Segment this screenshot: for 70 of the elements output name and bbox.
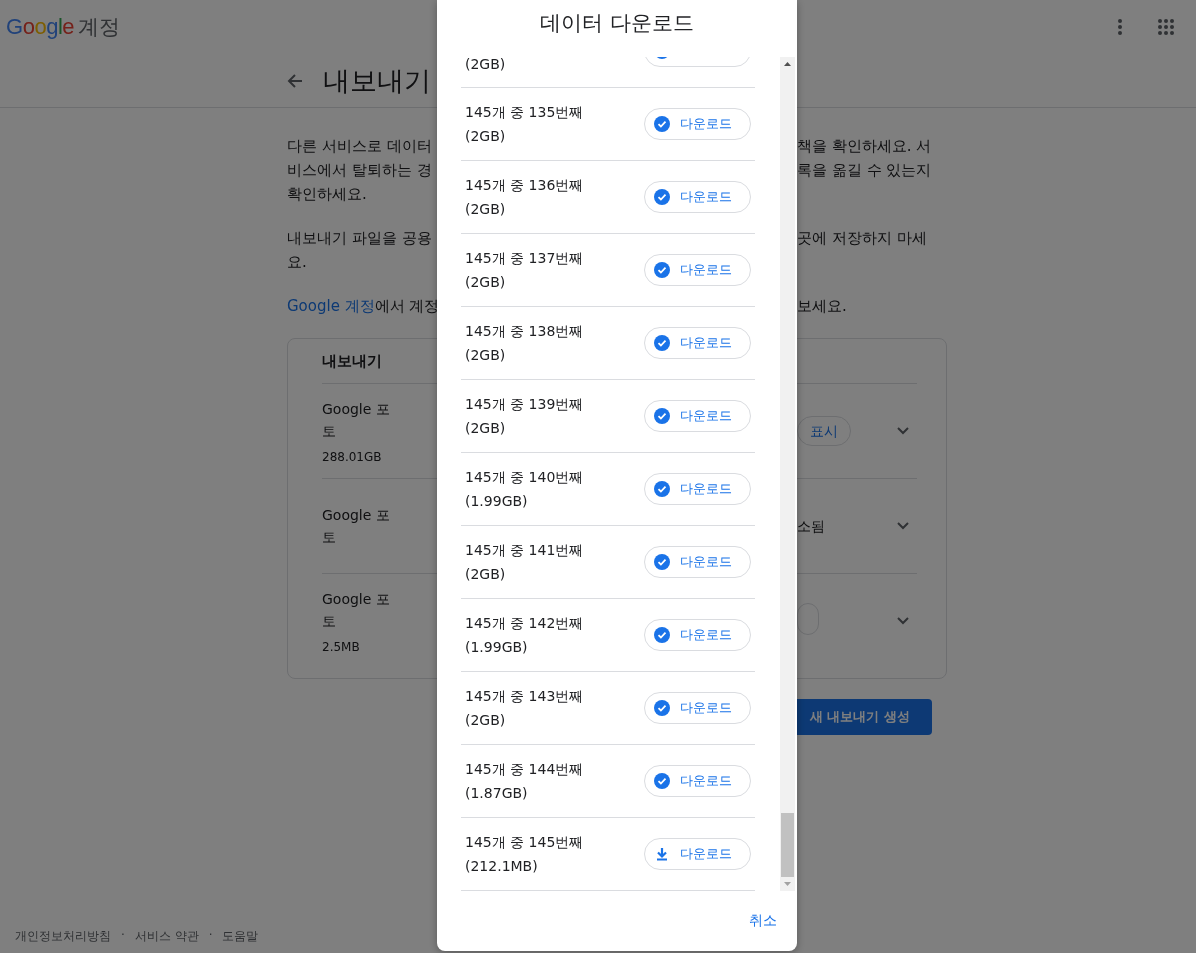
chevron-down-icon[interactable] bbox=[897, 617, 909, 625]
part-size: (1.99GB) bbox=[465, 492, 529, 511]
download-button[interactable]: 다운로드 bbox=[644, 765, 751, 797]
part-size: (1.87GB) bbox=[465, 784, 529, 803]
apps-grid-icon[interactable] bbox=[1158, 19, 1174, 35]
paragraph-text: 비스에서 탈퇴하는 경 bbox=[287, 160, 433, 181]
footer-link[interactable]: 도움말 bbox=[222, 928, 259, 945]
paragraph-text: Google 계정에서 계정 bbox=[287, 296, 437, 317]
export-status: 소됨 bbox=[797, 518, 825, 534]
download-button[interactable]: 다운로드 bbox=[644, 473, 751, 505]
part-size: (2GB) bbox=[465, 419, 507, 438]
paragraph-text: 요. bbox=[287, 252, 308, 273]
part-label: 145개 중 137번째 bbox=[465, 249, 584, 268]
download-button[interactable]: 다운로드 bbox=[644, 692, 751, 724]
footer-link[interactable]: 개인정보처리방침 bbox=[15, 928, 111, 945]
account-link[interactable]: Google 계정 bbox=[287, 297, 375, 315]
cancel-button[interactable]: 취소 bbox=[745, 908, 781, 934]
chevron-down-icon[interactable] bbox=[897, 522, 909, 530]
download-button[interactable]: 다운로드 bbox=[644, 108, 751, 140]
paragraph-text: 내보내기 파일을 공용 bbox=[287, 228, 433, 249]
paragraph-text: 록을 옮길 수 있는지 bbox=[797, 160, 932, 181]
part-label: 145개 중 136번째 bbox=[465, 176, 584, 195]
part-label: 145개 중 142번째 bbox=[465, 614, 584, 633]
part-size: (2GB) bbox=[465, 711, 507, 730]
scrollbar-thumb[interactable] bbox=[781, 813, 794, 877]
part-label: 145개 중 143번째 bbox=[465, 687, 584, 706]
chevron-down-icon[interactable] bbox=[897, 427, 909, 435]
paragraph-text: 보세요. bbox=[797, 296, 847, 317]
part-size: (2GB) bbox=[465, 565, 507, 584]
paragraph-text: 곳에 저장하지 마세 bbox=[797, 228, 927, 249]
download-button[interactable]: 다운로드 bbox=[644, 254, 751, 286]
part-size: (2GB) bbox=[465, 127, 507, 146]
download-button[interactable]: 다운로드 bbox=[644, 400, 751, 432]
separator-dot: · bbox=[208, 928, 213, 944]
separator-dot: · bbox=[121, 928, 125, 944]
export-name: Google 포 토 bbox=[322, 506, 390, 547]
export-name: Google 포 토 bbox=[322, 590, 390, 631]
download-button[interactable]: 다운로드 bbox=[644, 838, 751, 870]
part-size: (212.1MB) bbox=[465, 857, 539, 876]
download-button[interactable]: 다운로드 bbox=[644, 181, 751, 213]
part-label: 145개 중 138번째 bbox=[465, 322, 584, 341]
paragraph-text: 확인하세요. bbox=[287, 184, 368, 205]
export-name: Google 포 토 bbox=[322, 400, 390, 441]
google-logo[interactable]: Google bbox=[6, 14, 74, 40]
part-label: 145개 중 144번째 bbox=[465, 760, 584, 779]
part-size: (2GB) bbox=[465, 346, 507, 365]
scrollbar[interactable] bbox=[780, 57, 795, 891]
part-size: (2GB) bbox=[465, 57, 506, 74]
paragraph-text: 다른 서비스로 데이터 bbox=[287, 136, 433, 157]
part-size: (2GB) bbox=[465, 200, 507, 219]
download-button[interactable]: 다운로드 bbox=[644, 619, 751, 651]
part-label: 145개 중 141번째 bbox=[465, 541, 584, 560]
paragraph-text: 책을 확인하세요. 서 bbox=[797, 136, 932, 157]
part-label: 145개 중 139번째 bbox=[465, 395, 584, 414]
product-name: 계정 bbox=[78, 14, 120, 41]
part-size: (2GB) bbox=[465, 273, 507, 292]
back-arrow-icon[interactable] bbox=[287, 72, 303, 89]
export-size: 288.01GB bbox=[322, 450, 382, 464]
part-label: 145개 중 135번째 bbox=[465, 103, 584, 122]
more-options-icon[interactable] bbox=[1118, 19, 1122, 35]
part-label: 145개 중 140번째 bbox=[465, 468, 584, 487]
export-size: 2.5MB bbox=[322, 640, 360, 654]
download-button[interactable]: 다운로드 bbox=[644, 546, 751, 578]
dialog-title: 데이터 다운로드 bbox=[539, 10, 695, 37]
part-size: (1.99GB) bbox=[465, 638, 529, 657]
download-button[interactable]: 다운로드 bbox=[644, 327, 751, 359]
card-heading: 내보내기 bbox=[322, 351, 382, 371]
part-label: 145개 중 145번째 bbox=[465, 833, 584, 852]
footer-link[interactable]: 서비스 약관 bbox=[134, 928, 199, 945]
page-title: 내보내기 bbox=[323, 63, 431, 98]
